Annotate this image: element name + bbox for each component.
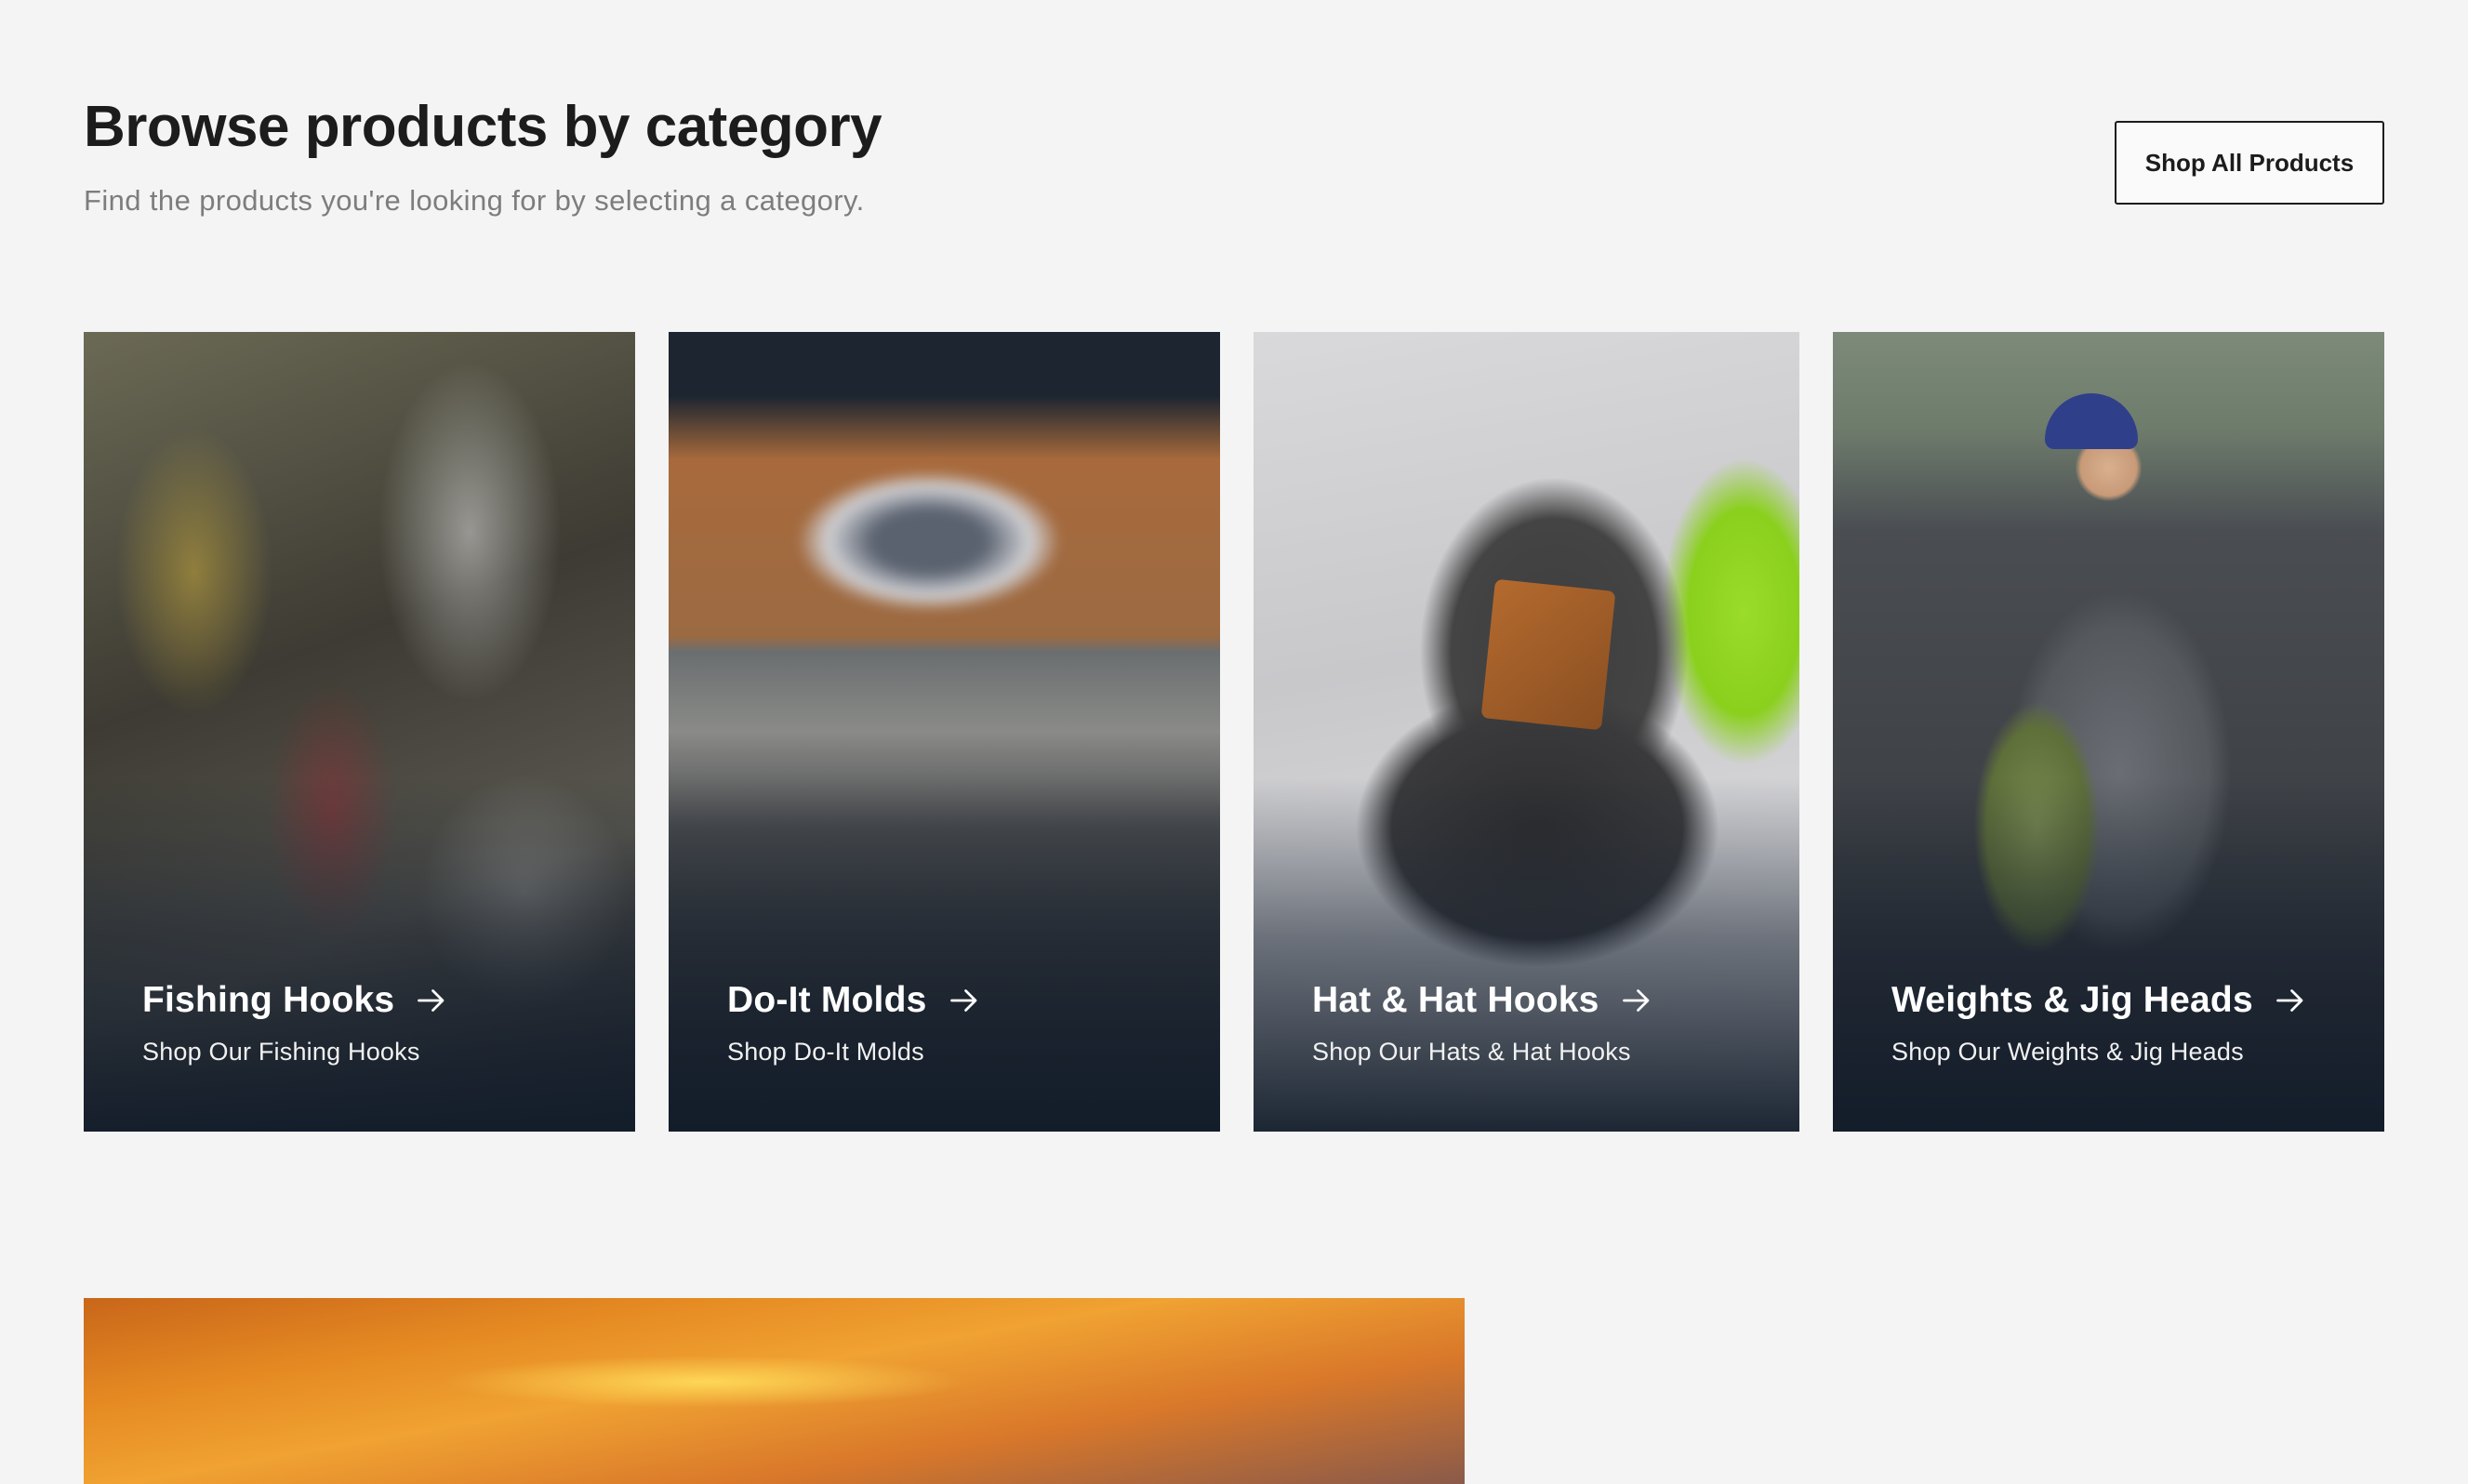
shop-all-products-button[interactable]: Shop All Products — [2115, 121, 2384, 205]
category-card-do-it-molds[interactable]: Do-It Molds Shop Do-It Molds — [669, 332, 1220, 1132]
category-title: Hat & Hat Hooks — [1312, 980, 1599, 1020]
category-subtitle: Shop Our Weights & Jig Heads — [1891, 1038, 2244, 1066]
category-subtitle: Shop Our Hats & Hat Hooks — [1312, 1038, 1631, 1066]
arrow-right-icon — [2276, 989, 2303, 1012]
arrow-right-icon — [1622, 989, 1649, 1012]
category-title: Weights & Jig Heads — [1891, 980, 2253, 1020]
category-title: Fishing Hooks — [142, 980, 395, 1020]
page-subtitle: Find the products you're looking for by … — [84, 184, 865, 217]
category-subtitle: Shop Our Fishing Hooks — [142, 1038, 420, 1066]
category-caption: Weights & Jig Heads Shop Our Weights & J… — [1891, 980, 2307, 1067]
category-caption: Do-It Molds Shop Do-It Molds — [727, 980, 981, 1067]
category-grid: Fishing Hooks Shop Our Fishing Hooks Do-… — [84, 332, 2384, 1132]
category-caption: Hat & Hat Hooks Shop Our Hats & Hat Hook… — [1312, 980, 1653, 1067]
page-title: Browse products by category — [84, 95, 882, 159]
arrow-right-icon — [418, 989, 445, 1012]
category-subtitle: Shop Do-It Molds — [727, 1038, 924, 1066]
category-card-weights-jig-heads[interactable]: Weights & Jig Heads Shop Our Weights & J… — [1833, 332, 2384, 1132]
category-card-hat-hooks[interactable]: Hat & Hat Hooks Shop Our Hats & Hat Hook… — [1254, 332, 1799, 1132]
category-card-fishing-hooks[interactable]: Fishing Hooks Shop Our Fishing Hooks — [84, 332, 635, 1132]
arrow-right-icon — [949, 989, 976, 1012]
sunset-banner-image — [84, 1298, 1465, 1484]
category-caption: Fishing Hooks Shop Our Fishing Hooks — [142, 980, 448, 1067]
category-title: Do-It Molds — [727, 980, 927, 1020]
